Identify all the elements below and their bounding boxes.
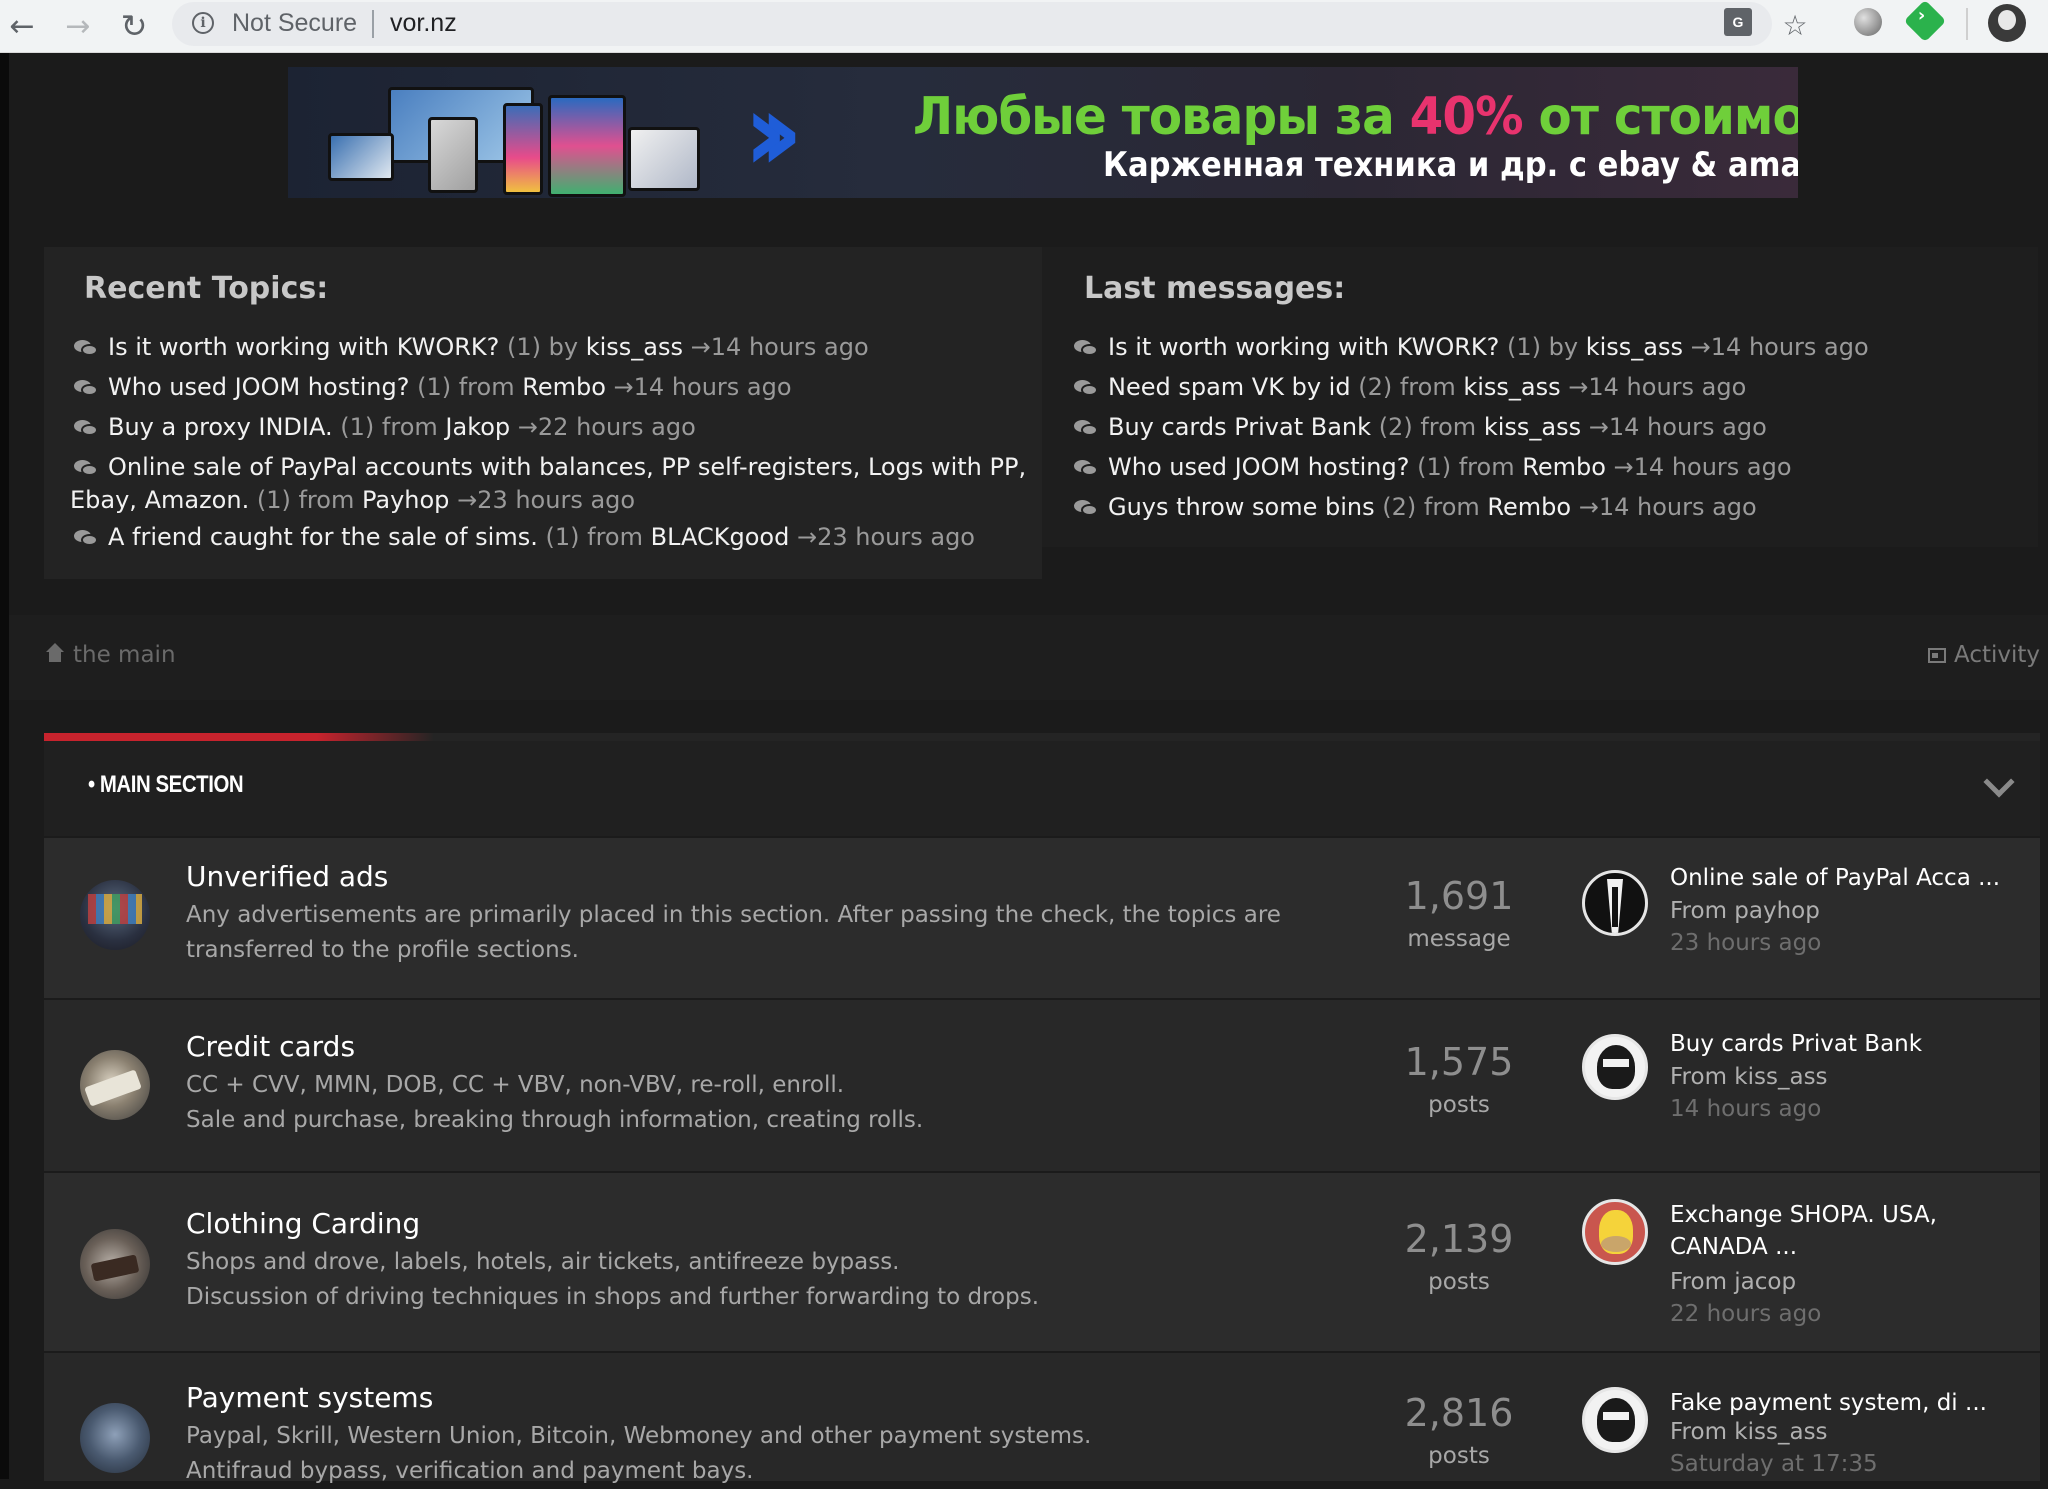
forum-post-count-label: posts [1428,1443,1490,1469]
shopping-bags-icon [80,1229,150,1299]
forum-description: Paypal, Skrill, Western Union, Bitcoin, … [186,1423,1092,1449]
comments-icon [74,530,98,546]
translate-icon[interactable]: G [1724,8,1752,36]
forward-arrow-icon[interactable]: → [56,4,100,48]
comments-icon [74,420,98,436]
main-section: • MAIN SECTION Unverified ads Any adverti… [44,733,2040,1484]
recent-topic-item[interactable]: Is it worth working with KWORK? (1) by k… [74,331,869,364]
breadcrumb: the main Activity [9,615,2048,700]
forum-post-count-label: message [1407,926,1511,952]
section-header[interactable]: • MAIN SECTION [44,741,2040,836]
last-message-item[interactable]: Guys throw some bins (2) from Rembo →14 … [1074,491,1757,524]
collapse-chevron-icon[interactable] [1983,766,2015,798]
forum-description: Sale and purchase, breaking through info… [186,1107,924,1133]
last-messages-title: Last messages: [1084,271,1346,306]
forum-row[interactable]: Clothing Carding Shops and drove, labels… [44,1171,2040,1353]
last-post-title[interactable]: Fake payment system, di ... [1670,1387,2030,1419]
forum-title[interactable]: Unverified ads [186,860,388,893]
last-post-title[interactable]: Buy cards Privat Bank [1670,1028,2030,1060]
advertisement-banner[interactable]: ›› Любые товары за 40% от стоимости Карж… [288,67,1798,198]
forum-title[interactable]: Payment systems [186,1381,433,1414]
suit-avatar-icon[interactable] [1582,870,1648,936]
last-message-item[interactable]: Who used JOOM hosting? (1) from Rembo →1… [1074,451,1792,484]
forum-description: Discussion of driving techniques in shop… [186,1284,1040,1310]
double-chevron-icon: ›› [743,68,803,196]
masked-user-avatar-icon[interactable] [1582,1034,1648,1100]
last-message-item[interactable]: Buy cards Privat Bank (2) from kiss_ass … [1074,411,1767,444]
recent-topic-item[interactable]: A friend caught for the sale of sims. (1… [74,521,975,554]
last-post-time: 14 hours ago [1670,1096,1822,1122]
homer-avatar-icon[interactable] [1582,1199,1648,1265]
forum-post-count-label: posts [1428,1092,1490,1118]
back-arrow-icon[interactable]: ← [0,4,44,48]
last-post-time: 23 hours ago [1670,930,1822,956]
forum-row[interactable]: Credit cards CC + CVV, MMN, DOB, CC + VB… [44,998,2040,1173]
last-post-author[interactable]: From payhop [1670,898,1820,924]
section-accent-bar [44,733,434,741]
tv-wall-icon [80,880,150,950]
page-left-edge [0,53,9,1479]
browser-toolbar: ← → ↻ i Not Secure vor.nz G ☆ › [0,0,2048,53]
comments-icon [1074,460,1098,476]
green-extension-icon[interactable]: › [1903,0,1947,43]
forum-post-count: 1,691 [1404,874,1514,918]
comments-icon [74,380,98,396]
forum-row[interactable]: Unverified ads Any advertisements are pr… [44,836,2040,1000]
banner-headline: Любые товары за 40% от стоимости [913,87,1798,147]
address-divider [372,10,374,38]
forum-title[interactable]: Credit cards [186,1030,355,1063]
last-message-item[interactable]: Need spam VK by id (2) from kiss_ass →14… [1074,371,1746,404]
last-post-author[interactable]: From kiss_ass [1670,1419,1828,1445]
last-post-title[interactable]: Online sale of PayPal Acca ... [1670,862,2030,894]
recent-topic-item[interactable]: Online sale of PayPal accounts with bala… [70,451,1030,517]
globe-extension-icon[interactable] [1854,8,1882,36]
comments-icon [74,460,98,476]
comments-icon [1074,500,1098,516]
forum-description: CC + CVV, MMN, DOB, CC + VBV, non-VBV, r… [186,1072,845,1098]
forum-row[interactable]: Payment systems Paypal, Skrill, Western … [44,1351,2040,1484]
last-messages-panel: Last messages: Is it worth working with … [1042,247,2038,547]
payment-systems-icon [80,1403,150,1473]
devices-illustration [328,75,700,197]
activity-link[interactable]: Activity [1927,642,2040,668]
forum-title[interactable]: Clothing Carding [186,1207,420,1240]
info-icon[interactable]: i [192,12,214,34]
comments-icon [1074,420,1098,436]
forum-description: Antifraud bypass, verification and payme… [186,1458,754,1484]
url-text[interactable]: vor.nz [390,9,457,38]
masked-user-avatar-icon[interactable] [1582,1387,1648,1453]
forum-description: Any advertisements are primarily placed … [186,902,1281,963]
activity-icon [1927,648,1946,663]
credit-card-icon [80,1050,150,1120]
reload-icon[interactable]: ↻ [112,4,156,48]
forum-post-count-label: posts [1428,1269,1490,1295]
last-message-item[interactable]: Is it worth working with KWORK? (1) by k… [1074,331,1869,364]
breadcrumb-home-link[interactable]: the main [45,642,176,668]
forum-post-count: 2,139 [1404,1217,1514,1261]
recent-topics-panel: Recent Topics: Is it worth working with … [44,247,1042,579]
toolbar-divider [1966,8,1968,40]
forum-post-count: 1,575 [1404,1040,1514,1084]
recent-topics-title: Recent Topics: [84,271,329,306]
comments-icon [1074,380,1098,396]
comments-icon [1074,340,1098,356]
last-post-time: 22 hours ago [1670,1301,1822,1327]
address-bar[interactable]: i Not Secure vor.nz [172,2,1772,46]
recent-topic-item[interactable]: Buy a proxy INDIA. (1) from Jakop →22 ho… [74,411,696,444]
last-post-author[interactable]: From jacop [1670,1269,1796,1295]
forum-post-count: 2,816 [1404,1391,1514,1435]
banner-subheadline: Карженная техника и др. с ebay & amazon [1103,145,1798,185]
bookmark-star-icon[interactable]: ☆ [1776,6,1814,44]
last-post-author[interactable]: From kiss_ass [1670,1064,1828,1090]
section-title: • MAIN SECTION [88,771,244,798]
last-post-time: Saturday at 17:35 [1670,1451,1878,1477]
profile-avatar-icon[interactable] [1988,4,2026,42]
last-post-title[interactable]: Exchange SHOPA. USA, CANADA ... [1670,1199,2030,1263]
recent-topic-item[interactable]: Who used JOOM hosting? (1) from Rembo →1… [74,371,792,404]
forum-description: Shops and drove, labels, hotels, air tic… [186,1249,900,1275]
home-icon [45,643,65,663]
comments-icon [74,340,98,356]
security-status[interactable]: Not Secure [232,9,357,38]
